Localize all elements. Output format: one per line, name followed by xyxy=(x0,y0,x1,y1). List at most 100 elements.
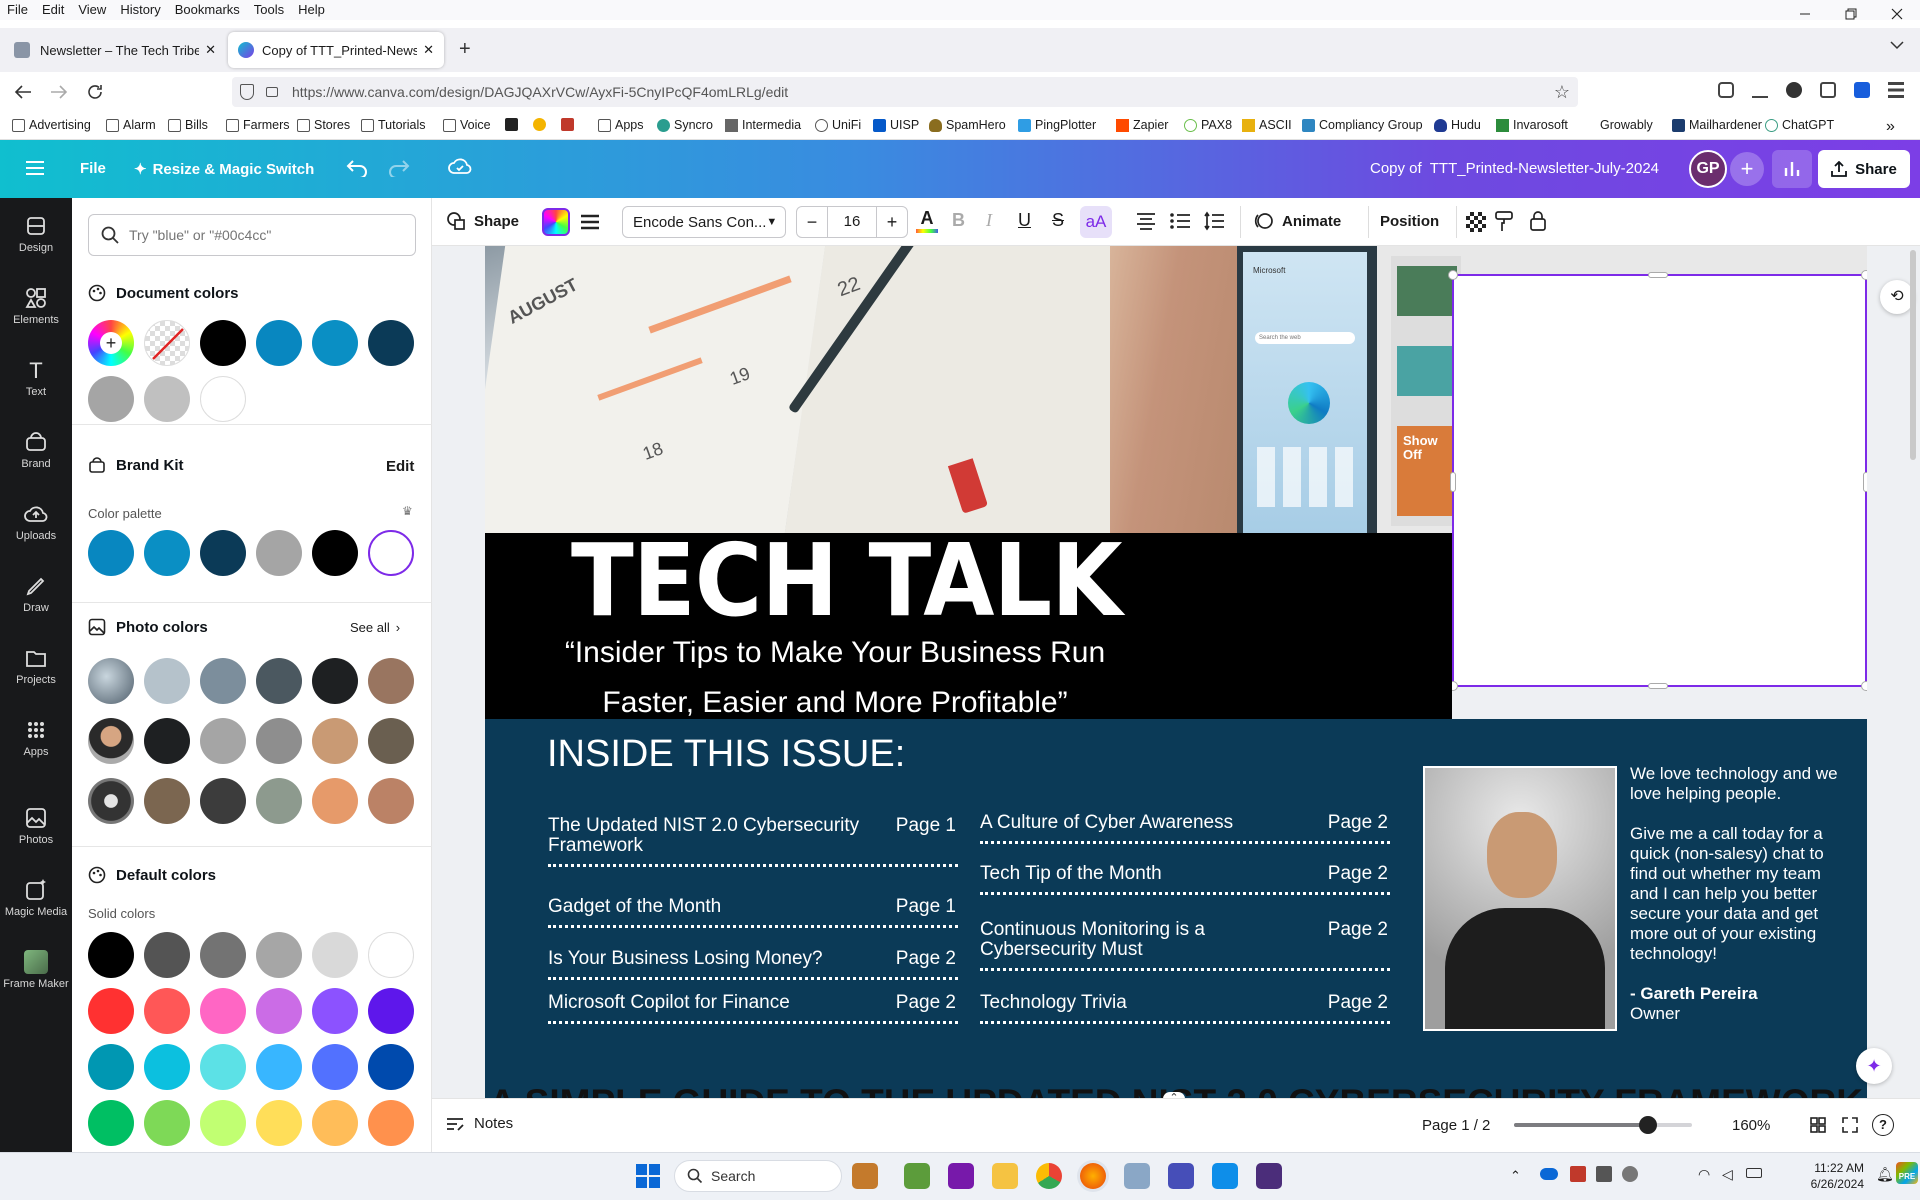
zoom-level[interactable]: 160% xyxy=(1732,1117,1770,1134)
close-window-icon[interactable] xyxy=(1874,0,1920,28)
app-menu-icon[interactable] xyxy=(1888,82,1904,98)
color-swatch[interactable] xyxy=(200,932,246,978)
close-tab-icon[interactable]: ✕ xyxy=(205,42,216,58)
bookmark-link[interactable]: PAX8 xyxy=(1184,118,1232,132)
rail-projects[interactable]: Projects xyxy=(0,646,72,686)
lock-icon[interactable] xyxy=(266,87,278,97)
tab-list-icon[interactable] xyxy=(1890,40,1904,50)
insights-icon[interactable] xyxy=(1772,150,1812,188)
comment-icon[interactable]: ⟲ xyxy=(1880,280,1914,314)
color-swatch[interactable] xyxy=(368,1044,414,1090)
more-bookmarks-icon[interactable]: » xyxy=(1886,118,1895,136)
back-icon[interactable] xyxy=(14,84,32,100)
redo-icon[interactable] xyxy=(388,157,410,177)
help-icon[interactable]: ? xyxy=(1872,1114,1894,1136)
minimize-icon[interactable] xyxy=(1782,0,1828,28)
bookmark-link[interactable]: ASCII xyxy=(1242,118,1292,132)
resize-handle[interactable] xyxy=(1450,472,1456,492)
wifi-icon[interactable]: ◠ xyxy=(1698,1166,1710,1183)
undo-icon[interactable] xyxy=(346,157,368,177)
color-swatch[interactable] xyxy=(368,530,414,576)
border-style-icon[interactable] xyxy=(580,212,600,232)
grammarly-icon[interactable] xyxy=(1786,82,1802,98)
color-swatch[interactable] xyxy=(312,932,358,978)
color-swatch[interactable] xyxy=(200,988,246,1034)
color-swatch[interactable] xyxy=(144,376,190,422)
teams-icon[interactable] xyxy=(1168,1163,1194,1189)
amazon-icon[interactable] xyxy=(505,118,518,131)
bullet-list-icon[interactable] xyxy=(1170,212,1190,230)
copy-style-icon[interactable] xyxy=(1494,210,1514,232)
add-collaborator-icon[interactable]: + xyxy=(1730,152,1764,186)
cloud-saved-icon[interactable] xyxy=(448,156,472,176)
color-swatch[interactable] xyxy=(200,718,246,764)
tray-overflow-icon[interactable]: ⌃ xyxy=(1510,1168,1521,1184)
hamburger-menu-icon[interactable] xyxy=(26,160,44,176)
zoom-slider-knob[interactable] xyxy=(1638,1116,1657,1134)
taskbar-search[interactable]: Search xyxy=(674,1160,842,1192)
color-swatch[interactable] xyxy=(368,932,414,978)
color-swatch[interactable] xyxy=(256,1100,302,1146)
photo-thumbnail-planner[interactable] xyxy=(88,658,134,704)
color-swatch[interactable] xyxy=(256,1044,302,1090)
color-picker-button[interactable] xyxy=(542,208,570,236)
menu-history[interactable]: History xyxy=(113,0,167,20)
color-swatch[interactable] xyxy=(312,320,358,366)
bookmark-link[interactable]: Hudu xyxy=(1434,118,1481,132)
windows-start-icon[interactable] xyxy=(636,1164,660,1188)
notepad-icon[interactable] xyxy=(904,1163,930,1189)
rail-frame-maker[interactable]: Frame Maker xyxy=(0,950,72,990)
see-all-link[interactable]: See all › xyxy=(350,620,400,635)
owner-portrait-photo[interactable] xyxy=(1423,766,1617,1031)
color-swatch[interactable] xyxy=(312,1100,358,1146)
color-swatch[interactable] xyxy=(368,718,414,764)
file-explorer-icon[interactable] xyxy=(992,1163,1018,1189)
planner-photo[interactable]: AUGUST 22 19 18 xyxy=(485,246,1237,533)
color-swatch[interactable] xyxy=(88,988,134,1034)
toc-row[interactable]: Gadget of the Month Page 1 xyxy=(548,897,958,928)
color-swatch[interactable] xyxy=(88,1044,134,1090)
share-button[interactable]: Share xyxy=(1818,150,1910,188)
position-button[interactable]: Position xyxy=(1380,213,1439,230)
brand-kit-edit-link[interactable]: Edit xyxy=(386,458,414,475)
italic-icon[interactable]: I xyxy=(986,210,992,231)
bookmark-folder[interactable]: Apps xyxy=(598,118,644,132)
color-swatch[interactable] xyxy=(144,1100,190,1146)
tagline[interactable]: “Insider Tips to Make Your Business Run … xyxy=(485,628,1185,728)
align-center-icon[interactable] xyxy=(1136,212,1156,230)
resize-handle[interactable] xyxy=(1648,683,1668,689)
tab-newsletter[interactable]: Newsletter – The Tech Tribe ✕ xyxy=(4,32,226,68)
increase-font-size-button[interactable]: + xyxy=(877,212,907,233)
font-family-dropdown[interactable]: Encode Sans Con... ▼ xyxy=(622,206,786,238)
color-swatch[interactable] xyxy=(144,658,190,704)
color-swatch[interactable] xyxy=(312,530,358,576)
color-search-field[interactable] xyxy=(88,214,416,256)
rail-text[interactable]: T Text xyxy=(0,358,72,398)
rail-design[interactable]: Design xyxy=(0,214,72,254)
avatar[interactable]: GP xyxy=(1689,150,1727,188)
file-menu-button[interactable]: File xyxy=(80,160,106,177)
rail-uploads[interactable]: Uploads xyxy=(0,502,72,542)
selected-rectangle-shape[interactable] xyxy=(1448,270,1867,691)
bookmark-link[interactable]: Invarosoft xyxy=(1496,118,1568,132)
resize-magic-switch-button[interactable]: ✦ Resize & Magic Switch xyxy=(134,160,314,179)
resize-handle[interactable] xyxy=(1448,270,1458,280)
letter-case-icon[interactable]: aA xyxy=(1080,206,1112,238)
onenote-icon[interactable] xyxy=(948,1163,974,1189)
color-swatch[interactable] xyxy=(312,1044,358,1090)
color-swatch[interactable] xyxy=(88,1100,134,1146)
briefcase-icon[interactable] xyxy=(561,118,574,131)
tray-app-icon[interactable] xyxy=(1570,1166,1586,1182)
battery-icon[interactable] xyxy=(1746,1168,1762,1178)
bitwarden-icon[interactable] xyxy=(1854,82,1870,98)
color-swatch[interactable] xyxy=(312,658,358,704)
bookmark-folder[interactable]: Stores xyxy=(297,118,350,132)
bookmark-link[interactable]: UniFi xyxy=(815,118,861,132)
extensions-icon[interactable] xyxy=(1820,82,1836,98)
bookmark-star-icon[interactable]: ☆ xyxy=(1554,82,1570,103)
bookmark-link[interactable]: PingPlotter xyxy=(1018,118,1096,132)
bookmark-link[interactable]: Compliancy Group xyxy=(1302,118,1423,132)
font-size-stepper[interactable]: − 16 + xyxy=(796,206,908,238)
bookmark-folder[interactable]: Tutorials xyxy=(361,118,425,132)
color-swatch[interactable] xyxy=(368,658,414,704)
